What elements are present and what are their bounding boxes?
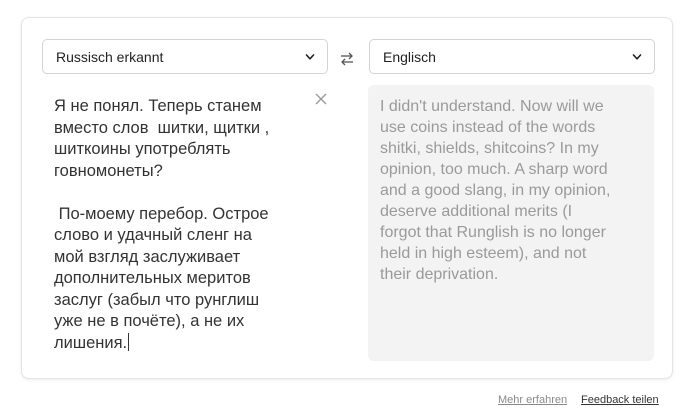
source-text: Я не понял. Теперь станем вместо слов ши… <box>54 97 270 352</box>
text-caret <box>128 332 130 351</box>
target-language-label: Englisch <box>383 49 436 65</box>
source-language-label: Russisch erkannt <box>56 49 164 65</box>
source-text-input[interactable]: Я не понял. Теперь станем вместо слов ши… <box>54 96 300 354</box>
swap-arrows-icon[interactable] <box>339 51 355 67</box>
translator-card: Russisch erkannt Englisch Я не понял. Те… <box>21 17 673 379</box>
learn-more-link[interactable]: Mehr erfahren <box>498 394 567 406</box>
source-language-select[interactable]: Russisch erkannt <box>42 39 328 74</box>
feedback-link[interactable]: Feedback teilen <box>581 394 659 406</box>
close-icon[interactable] <box>314 92 328 106</box>
translation-text: I didn't understand. Now will we use coi… <box>380 98 611 283</box>
chevron-down-icon <box>305 54 315 60</box>
target-language-select[interactable]: Englisch <box>369 39 655 74</box>
translation-output-panel: I didn't understand. Now will we use coi… <box>368 85 654 361</box>
chevron-down-icon <box>632 54 642 60</box>
